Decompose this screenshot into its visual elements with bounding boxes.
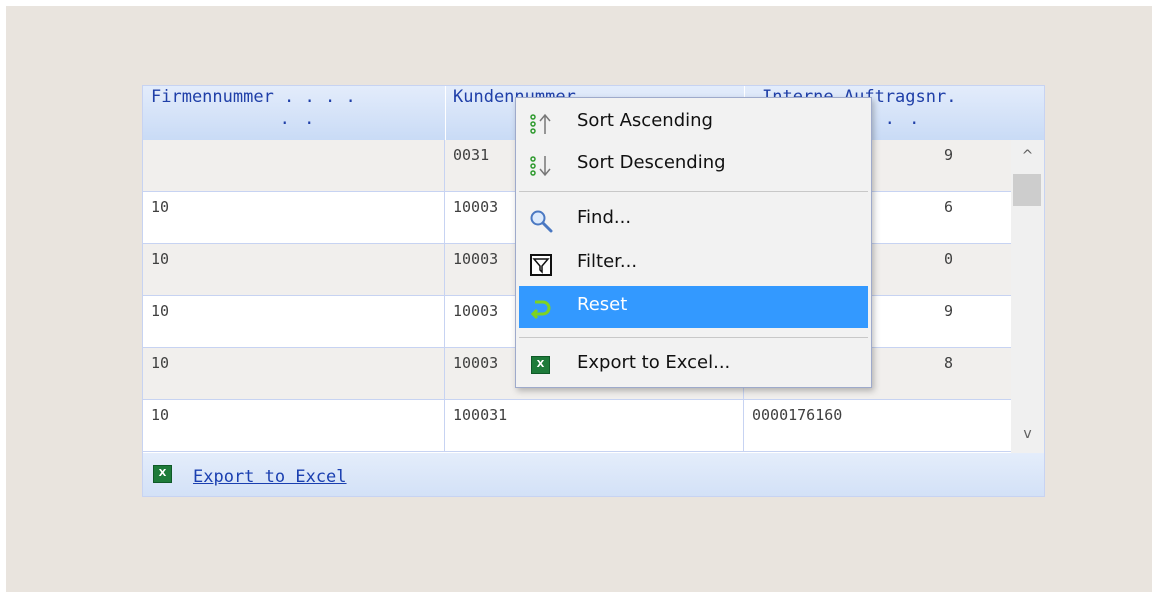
vertical-scrollbar[interactable]: ^ v xyxy=(1011,140,1044,453)
menu-item-label: Sort Ascending xyxy=(577,110,713,131)
cell-kundennummer[interactable]: 100031 xyxy=(445,400,744,452)
scroll-down-arrow-icon[interactable]: v xyxy=(1011,422,1044,446)
filter-icon xyxy=(530,254,552,276)
cell-firmennummer[interactable] xyxy=(143,140,445,192)
menu-item-sort-ascending[interactable]: Sort Ascending xyxy=(519,102,868,144)
cell-firmennummer[interactable]: 10 xyxy=(143,192,445,244)
cell-firmennummer[interactable]: 10 xyxy=(143,400,445,452)
menu-item-sort-descending[interactable]: Sort Descending xyxy=(519,144,868,186)
cell-firmennummer[interactable]: 10 xyxy=(143,244,445,296)
column-header-firmennummer[interactable]: Firmennummer . . . . . . xyxy=(143,86,445,140)
menu-item-label: Filter... xyxy=(577,251,638,272)
magnifier-icon xyxy=(530,210,553,233)
menu-item-label: Sort Descending xyxy=(577,152,726,173)
sort-descending-icon xyxy=(530,156,551,177)
scrollbar-thumb[interactable] xyxy=(1013,174,1041,206)
grid-footer: X Export to Excel xyxy=(143,453,1044,496)
sort-ascending-icon xyxy=(530,113,551,134)
excel-icon: X xyxy=(531,356,550,374)
menu-item-label: Export to Excel... xyxy=(577,352,731,373)
menu-item-filter[interactable]: Filter... xyxy=(519,243,868,285)
menu-item-reset[interactable]: Reset xyxy=(519,286,868,328)
excel-icon[interactable]: X xyxy=(153,465,172,483)
cell-interne-auftragsnr[interactable]: 0000176160 xyxy=(744,400,1011,452)
scroll-up-arrow-icon[interactable]: ^ xyxy=(1011,144,1044,168)
context-menu: Sort Ascending Sort Descending Find... F… xyxy=(515,97,872,388)
menu-item-export-to-excel[interactable]: X Export to Excel... xyxy=(519,344,868,386)
menu-separator xyxy=(519,337,868,338)
menu-item-find[interactable]: Find... xyxy=(519,199,868,241)
cell-firmennummer[interactable]: 10 xyxy=(143,296,445,348)
column-header-label: Firmennummer . . . . xyxy=(151,87,356,107)
export-to-excel-link[interactable]: Export to Excel xyxy=(193,467,347,487)
menu-item-label: Find... xyxy=(577,207,632,228)
reset-icon xyxy=(530,300,551,320)
cell-firmennummer[interactable]: 10 xyxy=(143,348,445,400)
menu-separator xyxy=(519,191,868,192)
column-header-dots: . . xyxy=(279,109,317,129)
table-row[interactable]: 10 100031 0000176160 xyxy=(143,400,1011,452)
menu-item-label: Reset xyxy=(577,294,628,315)
